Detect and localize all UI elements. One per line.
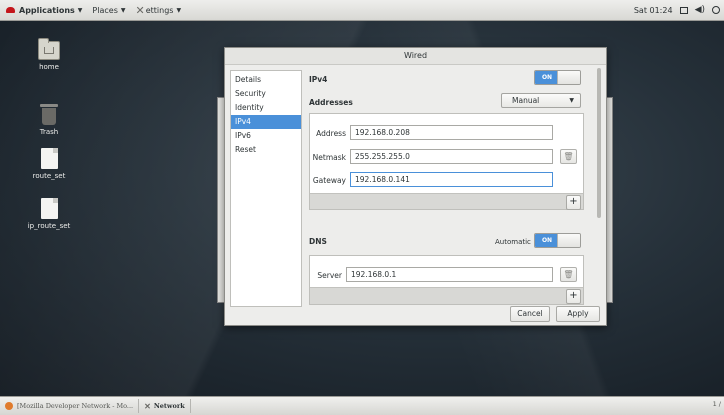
chevron-down-icon: ▼ <box>176 6 182 14</box>
toggle-knob <box>557 71 580 84</box>
desktop-icon-label: ip_route_set <box>27 222 71 230</box>
home-folder-icon <box>38 38 60 60</box>
taskbar-item-label: [Mozilla Developer Network - Mo... <box>17 402 134 410</box>
places-label: Places <box>92 5 118 15</box>
dns-box: Server 192.168.0.1 🗑 + <box>309 255 584 305</box>
addresses-method-value: Manual <box>512 96 540 105</box>
chevron-down-icon: ▼ <box>120 6 126 14</box>
status-area: Sat 01:24 ◀) <box>634 0 720 20</box>
gateway-input[interactable]: 192.168.0.141 <box>350 172 553 187</box>
sidebar-item-ipv4[interactable]: IPv4 <box>231 115 301 129</box>
dns-add-bar: + <box>310 287 583 304</box>
applications-label: Applications <box>19 5 75 15</box>
ipv4-heading: IPv4 <box>309 75 328 84</box>
desktop-icon-route-set[interactable]: route_set <box>14 148 84 180</box>
vertical-scrollbar[interactable] <box>597 68 601 218</box>
sidebar-item-reset[interactable]: Reset <box>231 143 301 157</box>
screen-icon[interactable] <box>679 6 688 14</box>
chevron-down-icon: ▼ <box>77 6 83 14</box>
delete-dns-server-button[interactable]: 🗑 <box>560 267 577 282</box>
file-icon <box>40 198 58 219</box>
file-icon <box>40 148 58 169</box>
wired-dialog: Wired Details Security Identity IPv4 IPv… <box>224 47 607 326</box>
top-panel: Applications ▼ Places ▼ ✕ ettings ▼ Sat … <box>0 0 724 21</box>
desktop-icon-ip-route-set[interactable]: ip_route_set <box>14 198 84 230</box>
power-icon[interactable] <box>712 6 720 14</box>
taskbar-item-label: Network <box>153 402 185 410</box>
places-menu[interactable]: Places ▼ <box>92 6 125 15</box>
settings-label: ettings <box>145 5 174 15</box>
netmask-label: Netmask <box>312 153 346 162</box>
gateway-label: Gateway <box>312 176 346 185</box>
addresses-box: Address 192.168.0.208 Netmask 255.255.25… <box>309 113 584 210</box>
toggle-knob <box>557 234 580 247</box>
server-label: Server <box>317 271 342 280</box>
desktop-icon-label: route_set <box>32 172 66 180</box>
sidebar-item-ipv6[interactable]: IPv6 <box>231 129 301 143</box>
settings-tool-icon: ✕ <box>135 3 145 17</box>
address-label: Address <box>316 129 346 138</box>
dialog-title: Wired <box>225 48 606 65</box>
chevron-down-icon: ▼ <box>569 97 574 104</box>
clock[interactable]: Sat 01:24 <box>634 6 673 15</box>
dns-server-input[interactable]: 192.168.0.1 <box>346 267 553 282</box>
trash-icon <box>40 104 58 125</box>
add-address-button[interactable]: + <box>566 195 581 210</box>
netmask-input[interactable]: 255.255.255.0 <box>350 149 553 164</box>
toggle-on-label: ON <box>535 71 559 84</box>
desktop-icon-trash[interactable]: Trash <box>14 104 84 136</box>
desktop-icon-home[interactable]: home <box>14 38 84 71</box>
settings-tool-icon: ✕ <box>144 401 151 411</box>
dns-automatic-label: Automatic <box>495 238 531 246</box>
ipv4-panel: IPv4 ON Addresses Manual ▼ Address 192.1… <box>309 70 594 305</box>
settings-menu[interactable]: ✕ ettings ▼ <box>135 4 181 17</box>
address-input[interactable]: 192.168.0.208 <box>350 125 553 140</box>
fedora-hat-icon <box>6 7 15 13</box>
sidebar-item-identity[interactable]: Identity <box>231 101 301 115</box>
cancel-button[interactable]: Cancel <box>510 306 550 322</box>
volume-icon[interactable]: ◀) <box>695 5 705 15</box>
delete-address-button[interactable]: 🗑 <box>560 149 577 164</box>
workspace-pager[interactable]: 1 / <box>713 400 721 408</box>
add-dns-server-button[interactable]: + <box>566 289 581 304</box>
addresses-add-bar: + <box>310 193 583 210</box>
desktop-icon-label: home <box>39 63 59 71</box>
applications-menu[interactable]: Applications ▼ <box>6 6 82 15</box>
firefox-icon <box>5 402 13 410</box>
sidebar-item-security[interactable]: Security <box>231 87 301 101</box>
toggle-on-label: ON <box>535 234 559 247</box>
addresses-method-select[interactable]: Manual ▼ <box>501 93 581 108</box>
addresses-heading: Addresses <box>309 98 353 107</box>
ipv4-toggle[interactable]: ON <box>534 70 581 85</box>
dns-automatic-toggle[interactable]: ON <box>534 233 581 248</box>
sidebar-item-details[interactable]: Details <box>231 73 301 87</box>
dns-heading: DNS <box>309 237 327 246</box>
apply-button[interactable]: Apply <box>556 306 600 322</box>
desktop-icon-label: Trash <box>39 128 59 136</box>
bottom-panel: [Mozilla Developer Network - Mo... ✕ Net… <box>0 396 724 415</box>
settings-sidebar: Details Security Identity IPv4 IPv6 Rese… <box>230 70 302 307</box>
taskbar-item-network[interactable]: ✕ Network <box>139 399 191 413</box>
taskbar-item-firefox[interactable]: [Mozilla Developer Network - Mo... <box>0 399 140 413</box>
